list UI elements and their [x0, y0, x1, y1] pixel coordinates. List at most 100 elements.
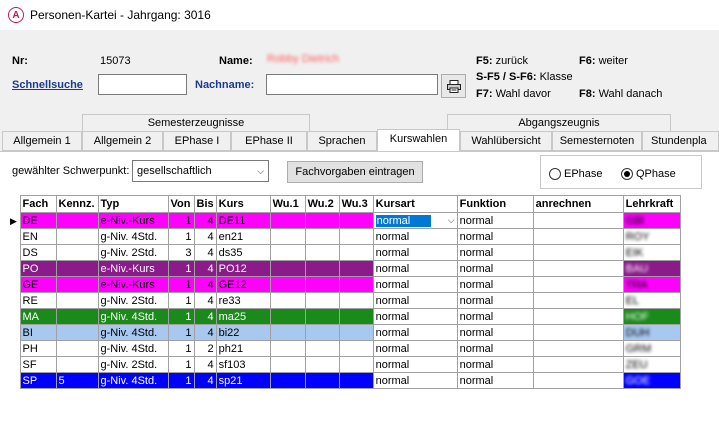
cell-funktion[interactable]: normal	[456, 244, 534, 261]
cell-typ[interactable]: g-Niv. 2Std.	[97, 292, 169, 309]
radio-qphase[interactable]: QPhase	[621, 168, 676, 180]
cell-lehrkraft[interactable]: GBl	[622, 212, 681, 229]
table-row[interactable]: MA g-Niv. 4Std. 1 4 ma25 normal normal HOF	[8, 308, 681, 325]
cell-wu3[interactable]	[338, 372, 374, 389]
cell-kursart[interactable]: normal	[372, 356, 458, 373]
cell-wu2[interactable]	[304, 228, 340, 245]
cell-anrechnen[interactable]	[532, 212, 624, 229]
cell-wu1[interactable]	[269, 292, 306, 309]
tab-group-abgangszeugnis[interactable]: Abgangszeugnis	[447, 114, 671, 131]
cell-wu2[interactable]	[304, 244, 340, 261]
schnellsuche-link[interactable]: Schnellsuche	[12, 79, 83, 91]
cell-wu1[interactable]	[269, 308, 306, 325]
cell-kursart[interactable]: normal	[372, 260, 458, 277]
cell-wu2[interactable]	[304, 292, 340, 309]
cell-bis[interactable]: 4	[193, 324, 217, 341]
radio-ephase[interactable]: EPhase	[549, 168, 603, 180]
tab-allgemein-1[interactable]: Allgemein 1	[2, 131, 82, 151]
cell-kurs[interactable]: sp21	[215, 372, 271, 389]
radio-qphase-dot[interactable]	[621, 168, 633, 180]
table-row[interactable]: PO e-Niv.-Kurs 1 4 PO12 normal normal BAU	[8, 260, 681, 277]
cell-kennz[interactable]	[55, 324, 99, 341]
cell-lehrkraft[interactable]: GOE	[622, 372, 681, 389]
column-header[interactable]: Wu.1	[269, 195, 306, 213]
cell-wu2[interactable]	[304, 340, 340, 357]
table-row[interactable]: DS g-Niv. 2Std. 3 4 ds35 normal normal EIK	[8, 244, 681, 261]
tab-ephase-1[interactable]: EPhase I	[163, 131, 231, 151]
cell-anrechnen[interactable]	[532, 308, 624, 325]
cell-wu3[interactable]	[338, 308, 374, 325]
cell-bis[interactable]: 4	[193, 260, 217, 277]
cell-kursart[interactable]: normal ⌵	[372, 212, 458, 229]
column-header[interactable]: Wu.2	[304, 195, 340, 213]
cell-wu1[interactable]	[269, 260, 306, 277]
cell-kurs[interactable]: PO12	[215, 260, 271, 277]
table-row[interactable]: RE g-Niv. 2Std. 1 4 re33 normal normal EL	[8, 292, 681, 309]
cell-kurs[interactable]: bi22	[215, 324, 271, 341]
cell-wu2[interactable]	[304, 308, 340, 325]
cell-kurs[interactable]: ph21	[215, 340, 271, 357]
cell-funktion[interactable]: normal	[456, 372, 534, 389]
cell-wu1[interactable]	[269, 244, 306, 261]
tab-semesternoten[interactable]: Semesternoten	[552, 131, 642, 151]
cell-anrechnen[interactable]	[532, 228, 624, 245]
cell-bis[interactable]: 4	[193, 228, 217, 245]
cell-kennz[interactable]	[55, 276, 99, 293]
table-row[interactable]: SF g-Niv. 2Std. 1 4 sf103 normal normal ZEU	[8, 356, 681, 373]
cell-funktion[interactable]: normal	[456, 276, 534, 293]
print-button[interactable]	[441, 74, 466, 98]
cell-kursart[interactable]: normal	[372, 292, 458, 309]
cell-wu1[interactable]	[269, 228, 306, 245]
cell-typ[interactable]: e-Niv.-Kurs	[97, 260, 169, 277]
cell-wu1[interactable]	[269, 324, 306, 341]
nachname-input[interactable]	[266, 74, 438, 95]
column-header[interactable]: anrechnen	[532, 195, 624, 213]
cell-kurs[interactable]: ma25	[215, 308, 271, 325]
cell-anrechnen[interactable]	[532, 292, 624, 309]
cell-bis[interactable]: 4	[193, 292, 217, 309]
cell-fach[interactable]: DE	[19, 212, 57, 229]
cell-kennz[interactable]	[55, 260, 99, 277]
cell-wu2[interactable]	[304, 212, 340, 229]
cell-funktion[interactable]: normal	[456, 340, 534, 357]
schnellsuche-input[interactable]	[98, 74, 187, 95]
column-header[interactable]: Kennz.	[55, 195, 99, 213]
cell-lehrkraft[interactable]: HOF	[622, 308, 681, 325]
cell-von[interactable]: 1	[167, 212, 195, 229]
cell-anrechnen[interactable]	[532, 244, 624, 261]
cell-von[interactable]: 1	[167, 260, 195, 277]
table-row[interactable]: GE e-Niv.-Kurs 1 4 GE12 normal normal TRA	[8, 276, 681, 293]
cell-typ[interactable]: g-Niv. 4Std.	[97, 372, 169, 389]
cell-kurs[interactable]: ds35	[215, 244, 271, 261]
chevron-down-icon[interactable]: ⌵	[448, 215, 455, 226]
cell-wu1[interactable]	[269, 356, 306, 373]
cell-lehrkraft[interactable]: DUH	[622, 324, 681, 341]
column-header[interactable]: Kursart	[372, 195, 458, 213]
cell-lehrkraft[interactable]: TRA	[622, 276, 681, 293]
schwerpunkt-select[interactable]: gesellschaftlich ⌵	[132, 160, 269, 182]
table-row[interactable]: PH g-Niv. 4Std. 1 2 ph21 normal normal GRM	[8, 340, 681, 357]
column-header[interactable]: Typ	[97, 195, 169, 213]
cell-kennz[interactable]: 5	[55, 372, 99, 389]
cell-von[interactable]: 1	[167, 356, 195, 373]
cell-wu2[interactable]	[304, 276, 340, 293]
cell-fach[interactable]: SP	[19, 372, 57, 389]
cell-kennz[interactable]	[55, 340, 99, 357]
column-header[interactable]: Von	[167, 195, 195, 213]
cell-kennz[interactable]	[55, 356, 99, 373]
radio-ephase-dot[interactable]	[549, 168, 561, 180]
cell-lehrkraft[interactable]: EL	[622, 292, 681, 309]
cell-funktion[interactable]: normal	[456, 212, 534, 229]
column-header[interactable]: Lehrkraft	[622, 195, 681, 213]
cell-funktion[interactable]: normal	[456, 228, 534, 245]
cell-typ[interactable]: g-Niv. 4Std.	[97, 324, 169, 341]
column-header[interactable]: Bis	[193, 195, 217, 213]
kursart-editor-value[interactable]: normal	[375, 214, 431, 227]
cell-kennz[interactable]	[55, 212, 99, 229]
cell-kursart[interactable]: normal	[372, 276, 458, 293]
cell-typ[interactable]: g-Niv. 4Std.	[97, 308, 169, 325]
cell-anrechnen[interactable]	[532, 372, 624, 389]
column-header[interactable]: Fach	[19, 195, 57, 213]
cell-typ[interactable]: e-Niv.-Kurs	[97, 212, 169, 229]
cell-lehrkraft[interactable]: EIK	[622, 244, 681, 261]
